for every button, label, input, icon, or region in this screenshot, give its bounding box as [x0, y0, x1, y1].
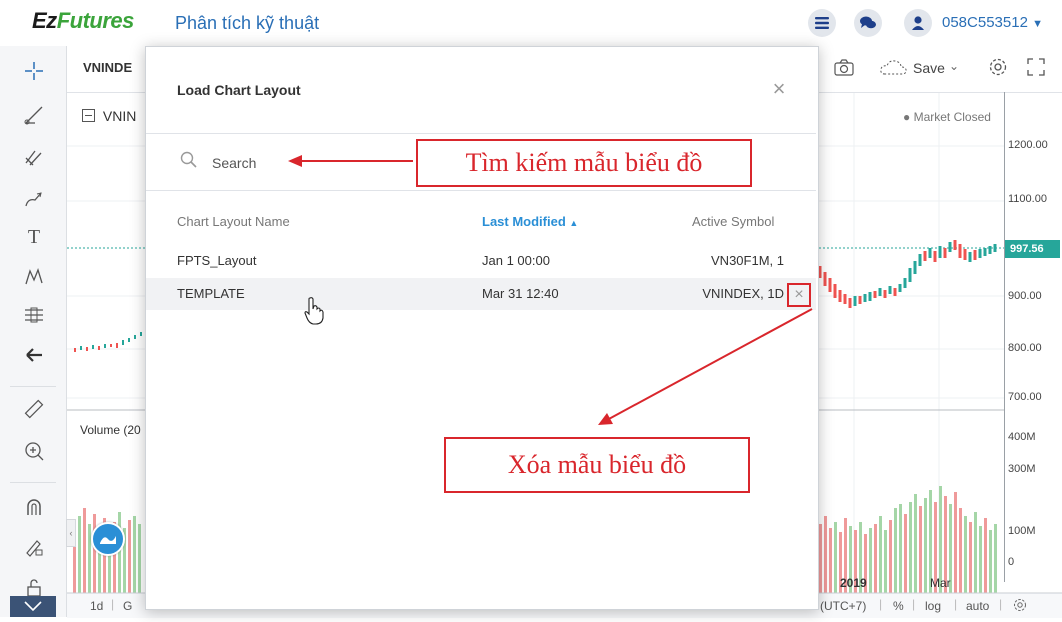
search-annotation: Tìm kiếm mẫu biểu đồ	[416, 139, 752, 187]
annotation-arrows	[288, 155, 813, 425]
delete-annotation: Xóa mẫu biểu đồ	[444, 437, 750, 493]
